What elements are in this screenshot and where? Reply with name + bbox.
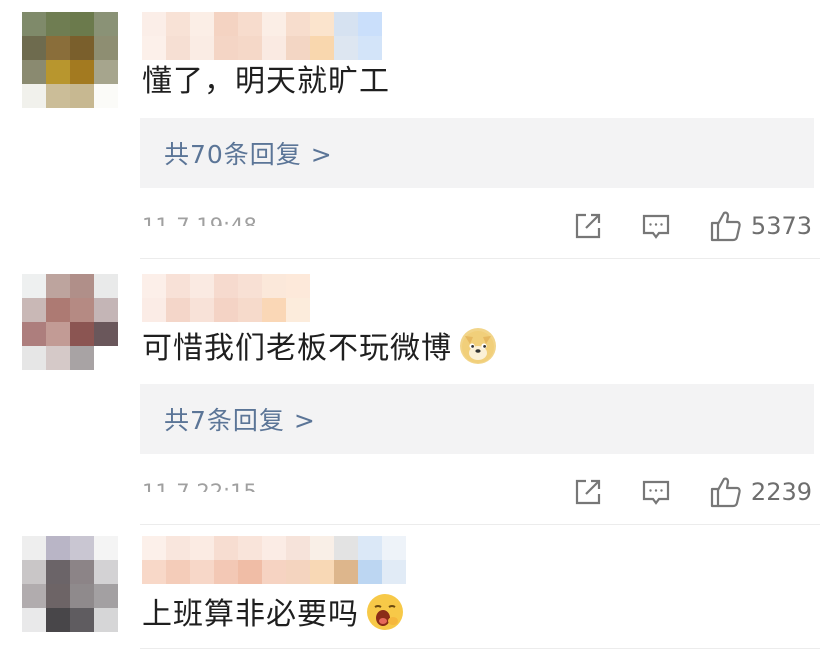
comment-text: 上班算非必要吗: [142, 594, 403, 635]
timestamp: 11-7 19:48: [142, 214, 257, 226]
comment-text: 可惜我们老板不玩微博: [142, 328, 496, 369]
username-blurred[interactable]: [142, 274, 310, 322]
comment-footer: 11-7 19:48 5373: [0, 206, 820, 246]
avatar[interactable]: [22, 536, 118, 632]
like-button[interactable]: 5373: [709, 206, 812, 246]
divider: [140, 524, 820, 525]
like-count: 5373: [750, 212, 812, 240]
replies-label[interactable]: 共70条回复 >: [140, 135, 333, 171]
replies-label[interactable]: 共7条回复 >: [140, 401, 316, 437]
avatar[interactable]: [22, 12, 118, 108]
comment-icon[interactable]: [640, 476, 672, 508]
timestamp: 11-7 22:15: [142, 480, 257, 492]
avatar[interactable]: [22, 274, 118, 370]
share-icon[interactable]: [572, 210, 604, 242]
comment-footer: 11-7 22:15 2239: [0, 472, 820, 512]
replies-button[interactable]: 共7条回复 >: [140, 384, 814, 454]
like-count: 2239: [750, 478, 812, 506]
thumbs-up-icon: [709, 475, 743, 509]
doge-emoji: [460, 328, 496, 364]
share-icon[interactable]: [572, 476, 604, 508]
yawn-emoji: [367, 594, 403, 630]
username-blurred[interactable]: [142, 12, 382, 60]
username-blurred[interactable]: [142, 536, 406, 584]
divider: [140, 258, 820, 259]
comment-text: 懂了，明天就旷工: [142, 64, 390, 99]
comment-icon[interactable]: [640, 210, 672, 242]
like-button[interactable]: 2239: [709, 472, 812, 512]
replies-button[interactable]: 共70条回复 >: [140, 118, 814, 188]
thumbs-up-icon: [709, 209, 743, 243]
divider: [140, 648, 820, 649]
